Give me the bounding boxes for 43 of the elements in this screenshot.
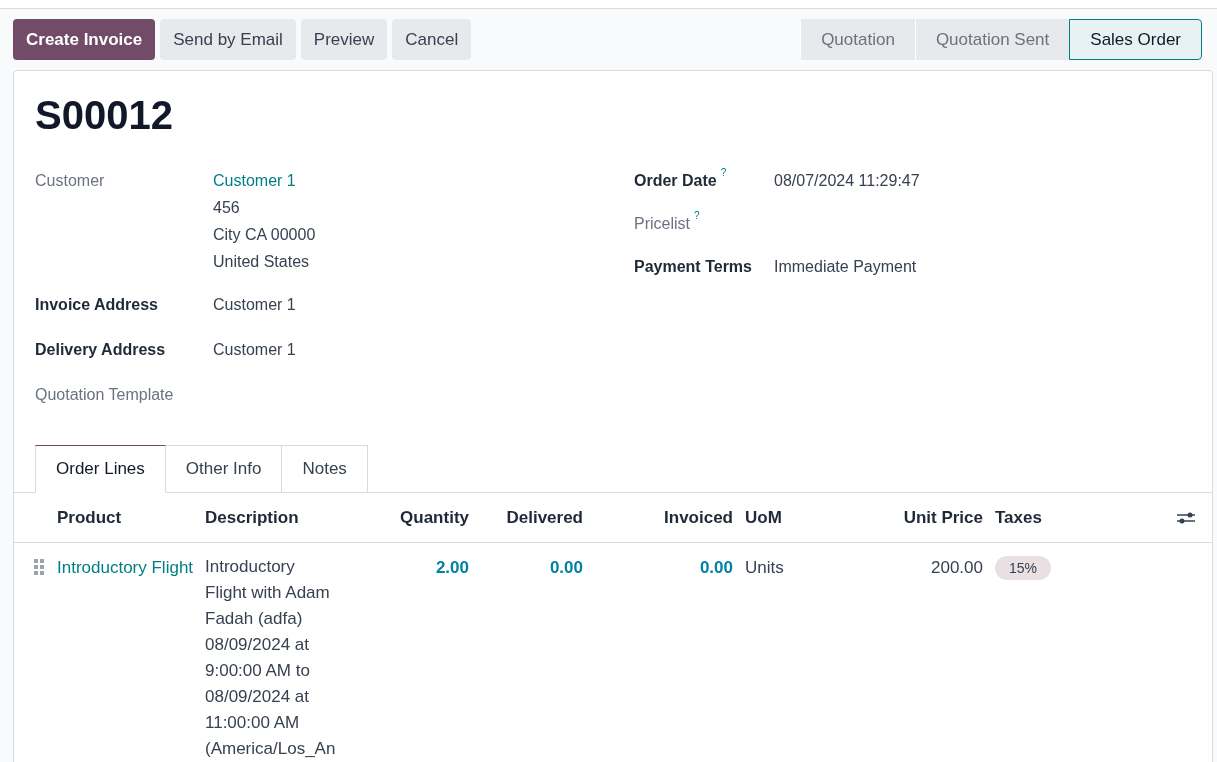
field-value: Immediate Payment: [774, 257, 917, 277]
invoiced-value: 0.00: [699, 558, 733, 577]
field-value: 08/07/2024 11:29:47: [774, 171, 920, 191]
action-button[interactable]: Create Invoice: [13, 19, 156, 60]
field-value: City CA 00000: [213, 225, 316, 245]
field-label: Pricelist: [634, 214, 690, 234]
uom-value: Units: [745, 558, 784, 577]
action-button[interactable]: Send by Email: [160, 19, 296, 60]
field-label: Quotation Template: [35, 385, 174, 405]
field-label: Order Date: [634, 171, 717, 191]
form-tab[interactable]: Order Lines: [35, 445, 166, 493]
action-button[interactable]: Preview: [300, 19, 388, 60]
status-stage[interactable]: Sales Order: [1069, 19, 1202, 60]
product-link[interactable]: Introductory Flight: [57, 558, 194, 577]
column-header[interactable]: Description: [205, 507, 299, 527]
quantity-value: 2.00: [435, 558, 469, 577]
tax-tag: 15%: [995, 556, 1052, 580]
field-label: Delivery Address: [35, 340, 166, 360]
action-button[interactable]: Cancel: [392, 19, 472, 60]
help-mark[interactable]: ?: [694, 208, 700, 223]
column-header[interactable]: Quantity: [400, 507, 469, 527]
unit-price-value: 200.00: [931, 558, 983, 577]
record-title: S00012: [35, 95, 174, 135]
field-value: Customer 1: [213, 295, 296, 315]
field-value: United States: [213, 252, 311, 272]
column-header[interactable]: Taxes: [995, 507, 1042, 527]
column-header[interactable]: UoM: [745, 507, 782, 527]
column-header[interactable]: Unit Price: [903, 507, 983, 527]
status-stage[interactable]: Quotation: [800, 19, 915, 60]
field-label: Payment Terms: [634, 257, 752, 277]
column-header[interactable]: Invoiced: [664, 507, 733, 527]
delivered-value: 0.00: [549, 558, 583, 577]
line-description: Introductory Flight with Adam Fadah (adfa) 08/09/2024 at 9:00:00 AM to 08/09/2024 at 11:00:00 AM (America/Los_An: [205, 557, 336, 758]
field-link[interactable]: Customer 1: [213, 169, 316, 193]
field-label: Customer: [35, 171, 105, 191]
field-value: Customer 1: [213, 340, 296, 360]
help-mark[interactable]: ?: [720, 165, 727, 180]
field-value: 456: [213, 198, 241, 218]
column-header[interactable]: Product: [57, 507, 122, 527]
drag-handle-icon[interactable]: [34, 559, 45, 575]
field-label: Invoice Address: [35, 295, 158, 315]
column-header[interactable]: Delivered: [506, 507, 583, 527]
form-tab[interactable]: Notes: [281, 445, 368, 493]
